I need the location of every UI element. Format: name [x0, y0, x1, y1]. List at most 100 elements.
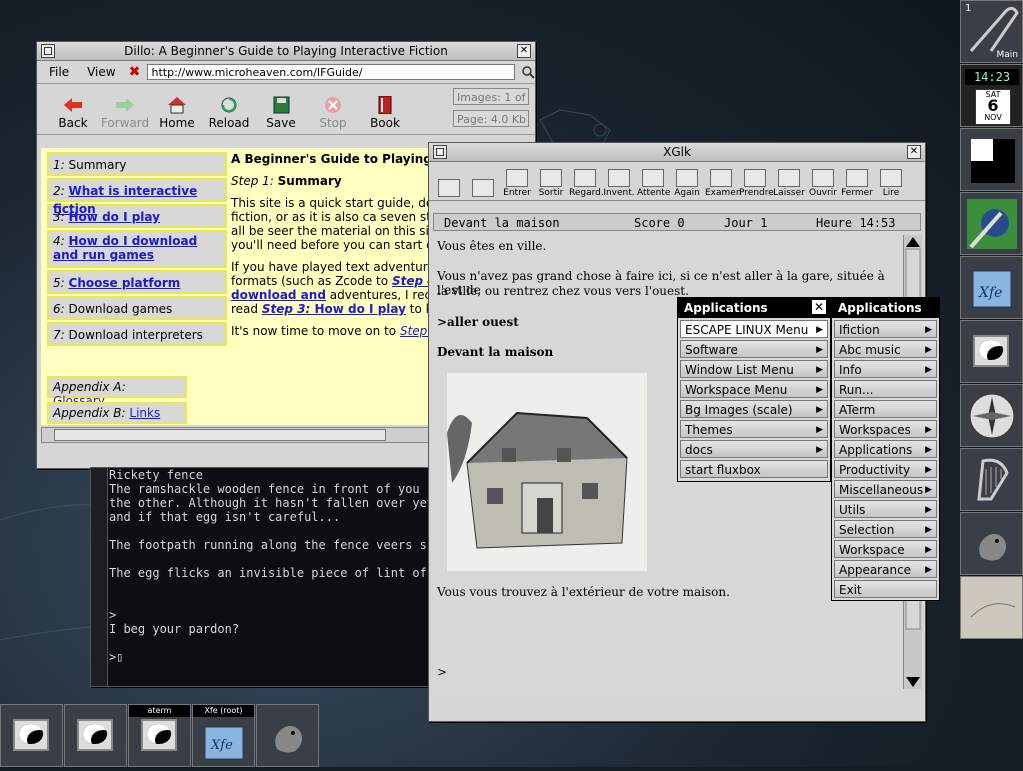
terminal-window[interactable]: Rickety fence The ramshackle wooden fence… [90, 467, 432, 687]
menu-file[interactable]: File [43, 65, 75, 79]
menu-item[interactable]: Selection ▶ [834, 520, 937, 538]
reload-button[interactable]: Reload [203, 96, 255, 134]
xfe-dock-icon[interactable]: Xfe [960, 256, 1023, 319]
xglk-toolbar-button[interactable]: Invent. [603, 169, 635, 200]
menu-item[interactable]: Window List Menu ▶ [680, 360, 828, 378]
menu-item-label: ESCAPE LINUX Menu [685, 323, 809, 337]
search-icon[interactable] [521, 65, 535, 79]
menu-item[interactable]: Productivity ▶ [834, 460, 937, 478]
bookmarks-button[interactable]: Book [359, 96, 411, 134]
taskbar-item[interactable] [0, 704, 63, 767]
xglk-toolbar-button[interactable]: Lire [875, 169, 907, 200]
xglk-toolbar-button[interactable]: Attente [637, 169, 670, 200]
menu-title: Applications ✕ [678, 298, 830, 318]
menu-item[interactable]: Bg Images (scale) ▶ [680, 400, 828, 418]
menu-item[interactable]: ESCAPE LINUX Menu ▶ [680, 320, 828, 338]
terminal-scrollbar[interactable] [91, 468, 108, 686]
menu-item[interactable]: Abc music ▶ [834, 340, 937, 358]
svg-text:Xfe: Xfe [210, 738, 233, 753]
back-button[interactable]: Back [47, 96, 99, 134]
status-score: Score 0 [634, 216, 685, 230]
monitor-icon [77, 719, 113, 751]
menu-item[interactable]: Miscellaneous ▶ [834, 480, 937, 498]
taskbar-item-xfe[interactable]: Xfe (root) Xfe [192, 704, 255, 767]
menu-item[interactable]: Info ▶ [834, 360, 937, 378]
xglk-toolbar-button[interactable] [433, 179, 465, 200]
terminal-output[interactable]: Rickety fence The ramshackle wooden fence… [109, 468, 429, 686]
taskbar-item-aterm[interactable]: aterm [128, 704, 191, 767]
wallpaper-dock-icon[interactable] [960, 576, 1023, 639]
xglk-toolbar-button[interactable]: Laisser [773, 169, 805, 200]
close-icon[interactable]: ✕ [812, 300, 826, 314]
menu-item[interactable]: Themes ▶ [680, 420, 828, 438]
scrollbar-thumb[interactable] [54, 429, 386, 441]
terminal-dock-icon[interactable] [960, 320, 1023, 383]
xglk-toolbar-button[interactable]: Entrer [501, 169, 533, 200]
game-text-line: la ville, ou rentrez chez vous vers l'ou… [437, 284, 689, 298]
game-status-line: Devant la maison Score 0 Jour 1 Heure 14… [433, 213, 921, 231]
nav-item-what-is-if: 2: What is interactive fiction [47, 178, 227, 216]
menu-item[interactable]: Exit [834, 580, 937, 598]
dillo-titlebar[interactable]: Dillo: A Beginner's Guide to Playing Int… [37, 42, 535, 61]
xglk-toolbar-button[interactable]: Sortir [535, 169, 567, 200]
menu-item[interactable]: Workspace ▶ [834, 540, 937, 558]
clock-time: 14:23 [965, 69, 1019, 85]
menu-item-label: Selection [839, 523, 895, 537]
terminal-line: Rickety fence [109, 468, 203, 482]
applications-menu[interactable]: Applications ✕ ESCAPE LINUX Menu ▶ Software… [677, 297, 831, 482]
compass-icon [969, 393, 1015, 439]
taskbar-item[interactable] [64, 704, 127, 767]
window-menu-button[interactable] [433, 145, 447, 159]
menu-item[interactable]: ATerm [834, 400, 937, 418]
link-download-run[interactable]: How do I download and run games [53, 234, 197, 262]
stop-button[interactable]: Stop [307, 96, 359, 134]
menu-item[interactable]: Applications ▶ [834, 440, 937, 458]
input-prompt[interactable]: > [437, 665, 447, 679]
harp-dock-icon[interactable] [960, 448, 1023, 511]
home-label: Home [159, 116, 195, 130]
applications-submenu[interactable]: Applications Ifiction ▶ Abc music ▶ Info ▶ Run… [831, 297, 940, 601]
compass-dock-icon[interactable] [960, 384, 1023, 447]
workspace-clip[interactable]: 1 Main [960, 0, 1023, 63]
menu-item[interactable]: Workspace Menu ▶ [680, 380, 828, 398]
home-button[interactable]: Home [151, 96, 203, 134]
close-button[interactable]: ✕ [907, 145, 921, 159]
menu-view[interactable]: View [81, 65, 121, 79]
menu-item[interactable]: Ifiction ▶ [834, 320, 937, 338]
taskbar-item[interactable] [256, 704, 319, 767]
xglk-toolbar-button[interactable]: Regard. [569, 169, 604, 200]
save-button[interactable]: Save [255, 96, 307, 134]
menu-item[interactable]: Appearance ▶ [834, 560, 937, 578]
xglk-toolbar-button[interactable]: Examen [705, 169, 742, 200]
dragon-dock-icon[interactable] [960, 512, 1023, 575]
forward-button[interactable]: Forward [99, 96, 151, 134]
menu-item[interactable]: docs ▶ [680, 440, 828, 458]
link-step3[interactable]: Step 3: How do I play [262, 302, 406, 316]
menu-item[interactable]: start fluxbox [680, 460, 828, 478]
menu-item[interactable]: Software ▶ [680, 340, 828, 358]
xglk-toolbar-button[interactable]: Prendre [739, 169, 774, 200]
url-input[interactable] [147, 64, 516, 80]
submenu-arrow-icon: ▶ [816, 365, 823, 375]
menu-item[interactable]: Run... [834, 380, 937, 398]
wmaker-prefs-dock-icon[interactable] [960, 128, 1023, 191]
appendix-glossary: Appendix A: Glossary [47, 376, 187, 408]
menu-item-label: Exit [839, 583, 862, 597]
menu-item[interactable]: Workspaces ▶ [834, 420, 937, 438]
xglk-toolbar-button[interactable]: Again [671, 169, 703, 200]
xglk-toolbar-button[interactable]: Fermer [841, 169, 873, 200]
xglk-toolbar-button[interactable] [467, 179, 499, 200]
link-how-to-play[interactable]: How do I play [69, 210, 160, 224]
clock-dockapp[interactable]: 14:23 SAT 6 NOV [960, 64, 1023, 127]
clear-url-icon[interactable]: ✖ [128, 65, 142, 79]
menu-item[interactable]: Utils ▶ [834, 500, 937, 518]
link-choose-platform[interactable]: Choose platform [69, 276, 181, 290]
xglk-titlebar[interactable]: XGlk ✕ [429, 143, 925, 162]
link-links[interactable]: Links [129, 406, 160, 420]
xglk-toolbar-button[interactable]: Ouvrir [807, 169, 839, 200]
menu-item-label: Themes [685, 423, 733, 437]
close-button[interactable]: ✕ [517, 44, 531, 58]
window-menu-button[interactable] [41, 44, 55, 58]
paint-dock-icon[interactable] [960, 192, 1023, 255]
